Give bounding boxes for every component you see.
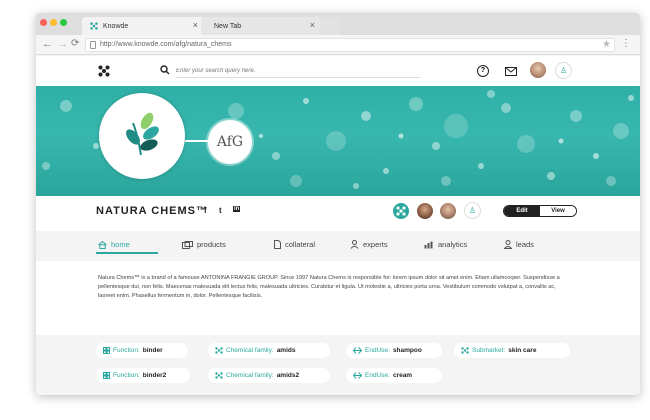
chip-value: amids2	[276, 372, 300, 379]
twitter-icon[interactable]: t	[219, 206, 222, 215]
chip-chemical-family-amids[interactable]: Chemical family: amids	[208, 343, 330, 358]
tab-strip: Knowde × New Tab ×	[36, 13, 640, 35]
search-icon[interactable]	[160, 65, 170, 75]
knowde-badge-icon[interactable]	[393, 203, 409, 219]
tab-label: collateral	[285, 240, 316, 249]
chip-label: Function:	[113, 347, 140, 354]
browser-menu-icon[interactable]: ⋮	[621, 38, 631, 49]
tab-home[interactable]: home	[96, 240, 158, 254]
active-tab-indicator	[96, 252, 158, 254]
knowde-logo-icon[interactable]	[98, 65, 110, 77]
tab-label: analytics	[438, 240, 468, 249]
chip-function-binder2[interactable]: Function: binder2	[96, 368, 190, 383]
function-icon	[103, 347, 110, 354]
tab-label: experts	[363, 240, 388, 249]
url-field[interactable]: http://www.knowde.com/afg/natura_chems ★	[85, 38, 615, 52]
chip-value: binder	[142, 347, 163, 354]
reload-icon[interactable]: ⟳	[71, 38, 79, 49]
user-avatar[interactable]	[530, 62, 546, 78]
browser-tab-new-tab[interactable]: New Tab ×	[201, 17, 321, 35]
chemical-family-icon	[215, 347, 223, 354]
profile-title-bar: NATURA CHEMS™ f t in ♙ Edit View	[36, 196, 640, 226]
chemical-family-icon	[215, 372, 223, 379]
chip-value: skin care	[508, 347, 537, 354]
section-tabs: home products collateral experts analyti…	[36, 231, 640, 261]
products-icon	[182, 240, 193, 249]
chip-label: EndUse:	[365, 372, 390, 379]
address-bar-row: ← → ⟳ http://www.knowde.com/afg/natura_c…	[36, 35, 640, 55]
url-text: http://www.knowde.com/afg/natura_chems	[100, 41, 232, 48]
function-icon	[103, 372, 110, 379]
add-expert-icon[interactable]: ♙	[464, 202, 481, 219]
chip-label: Chemical family:	[226, 347, 274, 354]
analytics-icon	[424, 241, 433, 248]
chip-value: binder2	[142, 372, 167, 379]
add-user-icon[interactable]: ♙	[555, 62, 572, 79]
experts-icon	[350, 240, 359, 249]
chip-label: Submarket:	[472, 347, 506, 354]
tab-leads[interactable]: leads	[504, 240, 534, 249]
view-option[interactable]: View	[540, 206, 576, 216]
edit-option[interactable]: Edit	[504, 206, 540, 216]
enduse-icon	[353, 347, 362, 354]
chip-chemical-family-amids2[interactable]: Chemical family: amids2	[208, 368, 330, 383]
linkedin-icon[interactable]: in	[233, 206, 241, 212]
knowde-favicon-icon	[90, 22, 98, 30]
brand-logo	[99, 93, 185, 179]
chip-label: EndUse:	[365, 347, 390, 354]
tab-label: products	[197, 240, 226, 249]
tab-title: Knowde	[103, 22, 129, 30]
chip-function-binder[interactable]: Function: binder	[96, 343, 188, 358]
expert-avatar-2[interactable]	[440, 203, 456, 219]
tab-label: home	[111, 240, 130, 249]
tab-collateral[interactable]: collateral	[274, 240, 315, 249]
new-tab-button[interactable]	[322, 17, 340, 35]
bookmark-star-icon[interactable]: ★	[602, 39, 611, 50]
tab-products[interactable]: products	[182, 240, 226, 249]
chip-enduse-cream[interactable]: EndUse: cream	[346, 368, 442, 383]
browser-tab-knowde[interactable]: Knowde ×	[82, 17, 204, 35]
chip-enduse-shampoo[interactable]: EndUse: shampoo	[346, 343, 442, 358]
chip-label: Chemical family:	[226, 372, 274, 379]
help-icon[interactable]: ?	[477, 65, 489, 77]
browser-window: Knowde × New Tab × ← → ⟳ http://www.know…	[36, 13, 640, 395]
mail-icon[interactable]	[505, 67, 517, 76]
tab-close-icon[interactable]: ×	[193, 20, 198, 30]
leaf-logo-icon	[126, 112, 159, 156]
page-content: ? ♙	[36, 56, 640, 395]
tab-title: New Tab	[214, 22, 242, 30]
chip-value: cream	[392, 372, 413, 379]
tab-label: leads	[516, 240, 534, 249]
home-icon	[98, 240, 107, 249]
window-controls	[40, 19, 67, 26]
maximize-window-button[interactable]	[60, 19, 67, 26]
facebook-icon[interactable]: f	[204, 206, 207, 215]
page-icon	[90, 41, 96, 49]
enduse-icon	[353, 372, 362, 379]
chip-value: shampoo	[392, 347, 422, 354]
minimize-window-button[interactable]	[50, 19, 57, 26]
submarket-icon	[461, 347, 469, 354]
tab-experts[interactable]: experts	[350, 240, 388, 249]
chip-label: Function:	[113, 372, 140, 379]
forward-arrow-icon[interactable]: →	[57, 38, 68, 50]
app-header: ? ♙	[36, 56, 640, 86]
chip-submarket-skin-care[interactable]: Submarket: skin care	[454, 343, 570, 358]
edit-view-toggle[interactable]: Edit View	[503, 205, 577, 217]
close-window-button[interactable]	[40, 19, 47, 26]
back-arrow-icon[interactable]: ←	[42, 38, 53, 50]
chip-value: amids	[276, 347, 296, 354]
tab-analytics[interactable]: analytics	[424, 240, 467, 249]
expert-avatar-1[interactable]	[417, 203, 433, 219]
afg-logo[interactable]: AfG	[208, 120, 252, 164]
search-input[interactable]	[176, 64, 420, 78]
brand-name: NATURA CHEMS™	[96, 205, 208, 217]
leads-icon	[504, 240, 512, 249]
attribute-chips: Function: binder Chemical family: amids …	[36, 335, 640, 395]
document-icon	[274, 240, 281, 249]
tab-close-icon[interactable]: ×	[310, 20, 315, 30]
brand-description: Natura Chems™ is a brand of a famouse AN…	[98, 275, 560, 299]
